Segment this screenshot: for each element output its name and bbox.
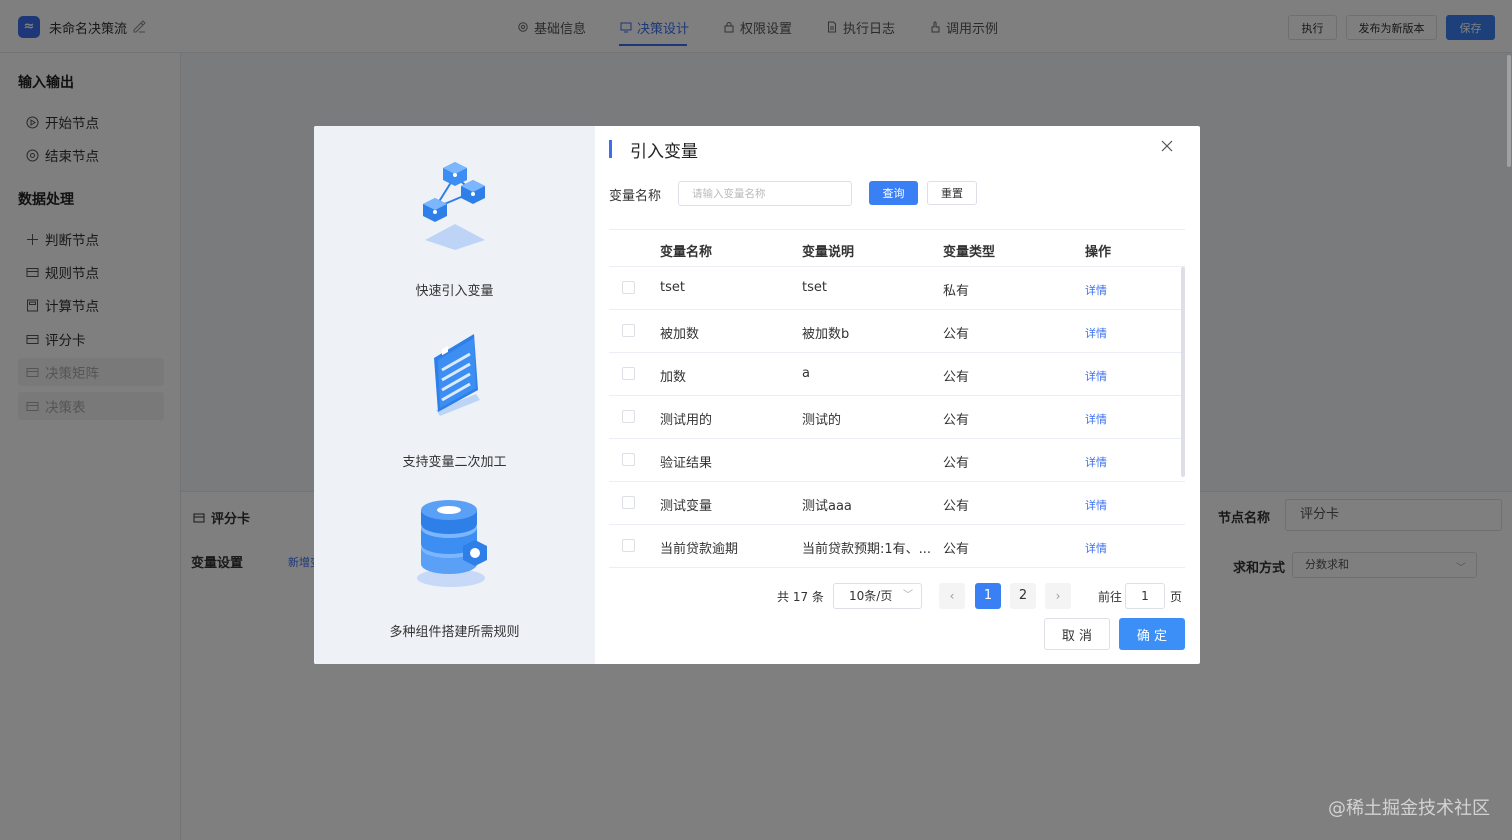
- feature-multi-component: [314, 498, 595, 590]
- cell-type: 公有: [943, 370, 970, 385]
- confirm-button[interactable]: 确 定: [1119, 618, 1185, 650]
- cell-name: 加数: [660, 370, 687, 385]
- prev-page-button[interactable]: ‹: [939, 583, 965, 609]
- cell-type: 公有: [943, 456, 970, 471]
- search-label: 变量名称: [609, 189, 662, 204]
- table-row: 验证结果 公有 详情: [609, 439, 1185, 482]
- cell-desc: 被加数b: [802, 327, 850, 342]
- feature-label: 支持变量二次加工: [402, 455, 507, 470]
- cell-name: 当前贷款逾期: [660, 542, 739, 557]
- title-accent-bar: [609, 140, 612, 158]
- cell-type: 私有: [943, 284, 970, 299]
- checklist-icon: [433, 334, 480, 416]
- cell-desc: a: [802, 366, 810, 381]
- detail-link[interactable]: 详情: [1085, 454, 1107, 470]
- detail-link[interactable]: 详情: [1085, 497, 1107, 513]
- table-row: 测试用的 测试的 公有 详情: [609, 396, 1185, 439]
- goto-label: 前往: [1098, 590, 1123, 604]
- cell-name: 测试变量: [660, 499, 713, 514]
- row-checkbox[interactable]: [622, 539, 635, 552]
- cell-type: 公有: [943, 327, 970, 342]
- table-row: tset tset 私有 详情: [609, 267, 1185, 310]
- goto-page-input[interactable]: 1: [1125, 583, 1165, 609]
- database-gear-icon: [416, 500, 487, 587]
- cell-name: 测试用的: [660, 413, 713, 428]
- detail-link[interactable]: 详情: [1085, 368, 1107, 384]
- page-size-select[interactable]: 10条/页 ﹀: [833, 583, 922, 609]
- pager-total: 共 17 条: [777, 590, 824, 604]
- feature-label: 快速引入变量: [415, 284, 494, 299]
- cell-desc: 测试的: [802, 413, 842, 428]
- detail-link[interactable]: 详情: [1085, 411, 1107, 427]
- cell-type: 公有: [943, 499, 970, 514]
- row-checkbox[interactable]: [622, 453, 635, 466]
- page-button-2[interactable]: 2: [1010, 583, 1036, 609]
- table-row: 被加数 被加数b 公有 详情: [609, 310, 1185, 353]
- watermark: @稀土掘金技术社区: [1328, 798, 1490, 819]
- detail-link[interactable]: 详情: [1085, 325, 1107, 341]
- close-icon[interactable]: [1160, 139, 1174, 153]
- cell-type: 公有: [943, 542, 970, 557]
- cell-type: 公有: [943, 413, 970, 428]
- cell-name: 被加数: [660, 327, 700, 342]
- feature-secondary-processing: [314, 330, 595, 416]
- row-checkbox[interactable]: [622, 410, 635, 423]
- table-scrollbar[interactable]: [1181, 267, 1185, 477]
- table-row: 当前贷款逾期 当前贷款预期:1有、... 公有 详情: [609, 525, 1185, 568]
- import-variable-dialog: 快速引入变量 支持变量二次加工 多种组件搭建所需规则 引入变量 变量名称 请输入…: [314, 126, 1200, 664]
- page-button-1[interactable]: 1: [975, 583, 1001, 609]
- chevron-down-icon: ﹀: [903, 590, 913, 601]
- feature-label: 多种组件搭建所需规则: [389, 625, 520, 640]
- row-checkbox[interactable]: [622, 324, 635, 337]
- reset-button[interactable]: 重置: [927, 181, 977, 205]
- table-row: 加数 a 公有 详情: [609, 353, 1185, 396]
- detail-link[interactable]: 详情: [1085, 282, 1107, 298]
- cancel-button[interactable]: 取 消: [1044, 618, 1110, 650]
- cell-desc: 测试aaa: [802, 499, 852, 514]
- page-size-value: 10条/页: [849, 589, 893, 603]
- table-header: 变量名称 变量说明 变量类型 操作: [609, 229, 1185, 267]
- row-checkbox[interactable]: [622, 496, 635, 509]
- cell-desc: 当前贷款预期:1有、...: [802, 542, 932, 557]
- row-checkbox[interactable]: [622, 367, 635, 380]
- cell-name: 验证结果: [660, 456, 713, 471]
- column-header: 变量名称: [660, 245, 713, 260]
- detail-link[interactable]: 详情: [1085, 540, 1107, 556]
- page-scrollbar[interactable]: [1507, 55, 1511, 167]
- dialog-title: 引入变量: [630, 142, 698, 162]
- table-row: 测试变量 测试aaa 公有 详情: [609, 482, 1185, 525]
- variable-name-input[interactable]: [678, 181, 852, 206]
- column-header: 变量说明: [802, 245, 855, 260]
- feature-quick-import: [314, 158, 595, 250]
- goto-unit: 页: [1170, 590, 1183, 604]
- feature-panel: 快速引入变量 支持变量二次加工 多种组件搭建所需规则: [314, 126, 595, 664]
- cell-name: tset: [660, 280, 685, 295]
- query-button[interactable]: 查询: [869, 181, 918, 205]
- column-header: 变量类型: [943, 245, 996, 260]
- cell-desc: tset: [802, 280, 827, 295]
- next-page-button[interactable]: ›: [1045, 583, 1071, 609]
- column-header: 操作: [1085, 245, 1112, 260]
- cubes-network-icon: [422, 162, 485, 250]
- row-checkbox[interactable]: [622, 281, 635, 294]
